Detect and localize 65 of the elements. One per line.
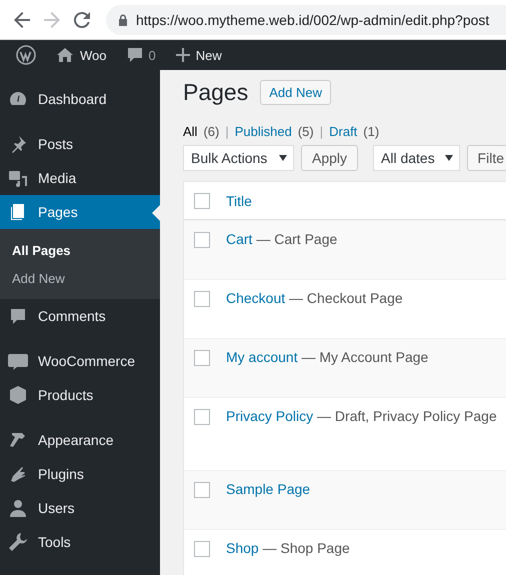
plus-icon[interactable] <box>176 48 190 62</box>
checkbox[interactable] <box>194 541 210 557</box>
sidebar-item[interactable]: Plugins <box>0 457 160 491</box>
media-icon <box>8 168 28 188</box>
page-title-link[interactable]: Cart <box>226 231 252 247</box>
page-title-link[interactable]: Checkout <box>226 290 286 306</box>
page-title-link[interactable]: Sample Page <box>226 481 310 497</box>
page-state: — Draft, Privacy Policy Page <box>317 408 497 424</box>
checkbox[interactable] <box>194 350 210 366</box>
speech-bubble-icon[interactable] <box>126 47 142 63</box>
page-title-link[interactable]: Privacy Policy <box>226 408 314 424</box>
address-bar[interactable]: https://woo.mytheme.web.id/002/wp-admin/edit.php?post <box>106 4 506 34</box>
comment-count: 0 <box>148 48 156 62</box>
checkbox[interactable] <box>194 482 210 498</box>
sidebar-item[interactable]: WooCommerce <box>0 344 160 378</box>
page-title: Pages <box>183 78 248 106</box>
page-state: — Cart Page <box>256 231 338 247</box>
sidebar-item[interactable]: Dashboard <box>0 82 160 116</box>
filter-count: (5) <box>298 124 314 139</box>
speech-bubble-icon <box>8 306 28 326</box>
filter-button[interactable]: Filte <box>466 145 506 171</box>
home-icon[interactable] <box>56 47 74 63</box>
checkbox[interactable] <box>194 291 210 307</box>
bulk-actions-dropdown[interactable]: Bulk Actions <box>183 145 294 171</box>
plug-icon <box>8 464 28 484</box>
checkbox[interactable] <box>194 409 210 425</box>
brush-icon <box>8 430 28 450</box>
wrench-icon <box>8 532 28 552</box>
sidebar-item[interactable]: Tools <box>0 525 160 559</box>
sidebar-item[interactable]: Products <box>0 378 160 412</box>
submenu-item[interactable]: Add New <box>0 264 160 292</box>
page-state: — Checkout Page <box>289 290 403 306</box>
filter-link[interactable]: Draft <box>329 124 358 139</box>
new-link[interactable]: New <box>196 48 222 62</box>
sidebar-item[interactable]: Pages <box>0 195 160 229</box>
page-title-link[interactable]: Shop <box>226 540 259 556</box>
site-name-link[interactable]: Woo <box>80 48 106 62</box>
separator: | <box>320 124 324 139</box>
sidebar-item[interactable]: Users <box>0 491 160 525</box>
title-column-header[interactable]: Title <box>226 192 252 208</box>
sidebar-item[interactable]: Comments <box>0 299 160 333</box>
sidebar-item[interactable]: Media <box>0 161 160 195</box>
filter-count: (1) <box>363 124 380 139</box>
woo-bubble-icon <box>8 351 28 371</box>
caret-icon <box>278 154 287 162</box>
dates-dropdown[interactable]: All dates <box>373 145 460 171</box>
checkbox[interactable] <box>194 193 210 209</box>
caret-icon <box>444 154 453 162</box>
checkbox[interactable] <box>194 232 210 248</box>
user-icon <box>8 498 28 518</box>
box-icon <box>8 385 28 405</box>
lock-icon <box>118 14 128 26</box>
filter-link[interactable]: Published <box>234 124 292 139</box>
filter-link[interactable]: All <box>183 124 198 139</box>
wordpress-logo-icon[interactable] <box>16 45 36 65</box>
page-state: — My Account Page <box>301 349 428 365</box>
page-title-link[interactable]: My account <box>226 349 298 365</box>
add-new-button[interactable]: Add New <box>260 80 331 104</box>
page-state: — Shop Page <box>262 540 350 556</box>
sidebar-item[interactable]: Posts <box>0 127 160 161</box>
separator: | <box>225 124 229 139</box>
apply-button[interactable]: Apply <box>300 145 358 171</box>
submenu-item[interactable]: All Pages <box>0 236 160 264</box>
sidebar-item[interactable]: Appearance <box>0 423 160 457</box>
filter-count: (6) <box>203 124 220 139</box>
